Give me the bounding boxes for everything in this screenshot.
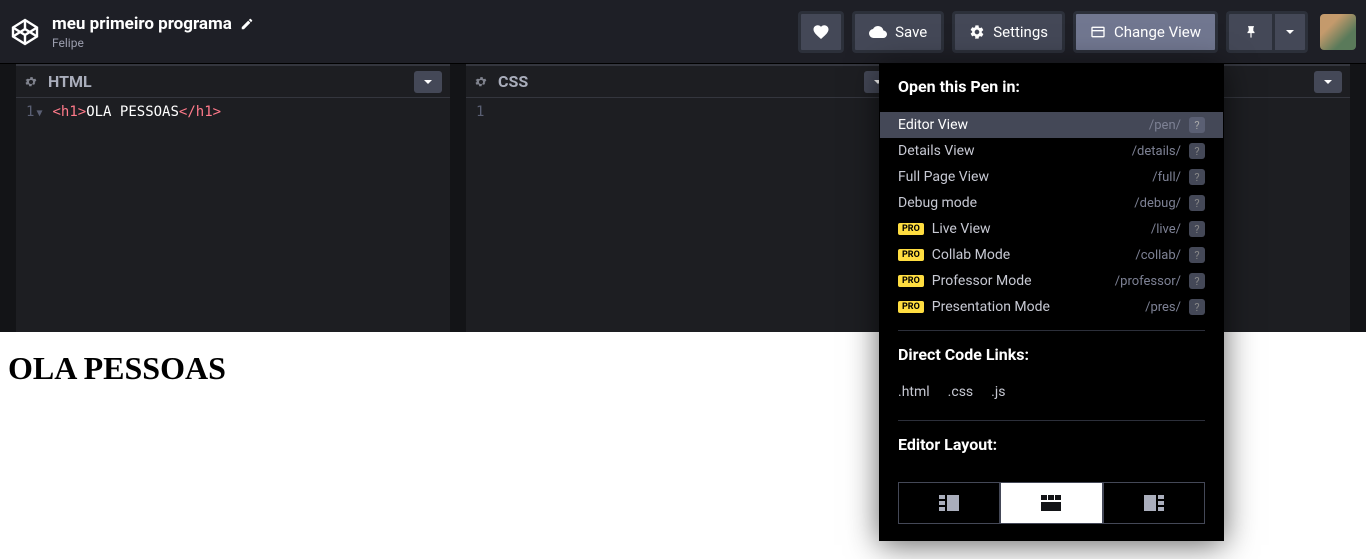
chevron-down-icon: [1323, 77, 1333, 87]
view-option[interactable]: Details View/details/?: [880, 138, 1223, 164]
help-icon[interactable]: ?: [1189, 143, 1205, 159]
help-icon[interactable]: ?: [1189, 273, 1205, 289]
pro-badge: PRO: [898, 301, 924, 313]
help-icon[interactable]: ?: [1189, 117, 1205, 133]
gear-icon[interactable]: [24, 75, 38, 89]
pen-title[interactable]: meu primeiro programa: [52, 14, 798, 34]
view-option-label: Debug mode: [898, 195, 977, 211]
pin-button[interactable]: [1226, 11, 1272, 53]
view-icon: [1090, 24, 1106, 40]
code-link[interactable]: .js: [991, 384, 1005, 400]
view-option-label: Details View: [898, 143, 975, 159]
view-option-path: /debug/: [1134, 196, 1181, 211]
settings-button[interactable]: Settings: [952, 11, 1065, 53]
gear-icon[interactable]: [474, 75, 488, 89]
top-bar: meu primeiro programa Felipe Save Settin…: [0, 0, 1366, 64]
help-icon[interactable]: ?: [1189, 195, 1205, 211]
view-option[interactable]: Editor View/pen/?: [880, 112, 1223, 138]
view-option-path: /full/: [1152, 170, 1181, 185]
pro-badge: PRO: [898, 223, 924, 235]
layout-right-button[interactable]: [1103, 482, 1205, 524]
codepen-logo[interactable]: [10, 17, 40, 47]
css-panel-header: CSS: [466, 64, 900, 98]
view-option-path: /details/: [1132, 144, 1181, 159]
change-view-button[interactable]: Change View: [1073, 11, 1218, 53]
love-button[interactable]: [798, 11, 844, 53]
save-button[interactable]: Save: [852, 11, 944, 53]
help-icon[interactable]: ?: [1189, 169, 1205, 185]
code-link[interactable]: .html: [898, 384, 930, 400]
view-option-label: Full Page View: [898, 169, 989, 185]
layout-options: [880, 482, 1223, 524]
title-area: meu primeiro programa Felipe: [52, 14, 798, 50]
layout-top-icon: [1041, 495, 1061, 511]
view-option[interactable]: PRO Live View/live/?: [880, 216, 1223, 242]
html-title: HTML: [48, 72, 92, 91]
help-icon[interactable]: ?: [1189, 221, 1205, 237]
css-title: CSS: [498, 72, 528, 91]
view-option-path: /collab/: [1135, 248, 1181, 263]
css-code-area[interactable]: 1: [466, 98, 900, 332]
open-pen-heading: Open this Pen in:: [898, 77, 1205, 96]
view-option-path: /live/: [1151, 222, 1181, 237]
line-number: 1: [476, 104, 484, 326]
pro-badge: PRO: [898, 249, 924, 261]
author-name[interactable]: Felipe: [52, 36, 798, 50]
change-view-dropdown: Open this Pen in: Editor View/pen/?Detai…: [879, 64, 1224, 541]
header-buttons: Save Settings Change View: [798, 11, 1356, 53]
divider: [898, 330, 1205, 331]
layout-left-icon: [939, 495, 959, 511]
view-option[interactable]: PRO Collab Mode/collab/?: [880, 242, 1223, 268]
view-option[interactable]: PRO Presentation Mode/pres/?: [880, 294, 1223, 320]
help-icon[interactable]: ?: [1189, 299, 1205, 315]
pin-button-group: [1226, 11, 1308, 53]
direct-links-heading: Direct Code Links:: [898, 345, 1205, 364]
heart-icon: [812, 23, 830, 41]
pin-dropdown-button[interactable]: [1272, 11, 1308, 53]
change-view-label: Change View: [1114, 23, 1201, 41]
layout-right-icon: [1144, 495, 1164, 511]
css-panel: CSS 1: [466, 64, 900, 332]
html-code-area[interactable]: 1▼ <h1>OLA PESSOAS</h1>: [16, 98, 450, 332]
view-option-label: Live View: [932, 221, 991, 237]
layout-top-button[interactable]: [1000, 482, 1102, 524]
help-icon[interactable]: ?: [1189, 247, 1205, 263]
chevron-down-icon: [1285, 27, 1295, 37]
view-option-path: /pres/: [1145, 300, 1181, 315]
view-option-label: Editor View: [898, 117, 968, 133]
save-label: Save: [895, 23, 927, 41]
layout-left-button[interactable]: [898, 482, 1000, 524]
code-links-row: .html .css .js: [880, 380, 1223, 410]
view-option[interactable]: Debug mode/debug/?: [880, 190, 1223, 216]
js-collapse-button[interactable]: [1314, 71, 1342, 93]
view-option-label: Professor Mode: [932, 273, 1032, 289]
view-option-path: /pen/: [1149, 118, 1181, 133]
settings-label: Settings: [993, 23, 1048, 41]
view-option[interactable]: PRO Professor Mode/professor/?: [880, 268, 1223, 294]
edit-icon[interactable]: [240, 17, 254, 31]
html-collapse-button[interactable]: [414, 71, 442, 93]
code-link[interactable]: .css: [948, 384, 973, 400]
chevron-down-icon: [423, 77, 433, 87]
divider: [898, 420, 1205, 421]
view-option-label: Presentation Mode: [932, 299, 1050, 315]
view-option-label: Collab Mode: [932, 247, 1010, 263]
html-panel-header: HTML: [16, 64, 450, 98]
gear-icon: [969, 24, 985, 40]
view-option[interactable]: Full Page View/full/?: [880, 164, 1223, 190]
cloud-icon: [869, 23, 887, 41]
html-code: <h1>OLA PESSOAS</h1>: [52, 104, 221, 326]
pro-badge: PRO: [898, 275, 924, 287]
line-number: 1▼: [26, 104, 42, 326]
avatar[interactable]: [1320, 14, 1356, 50]
layout-heading: Editor Layout:: [898, 435, 1205, 454]
view-option-path: /professor/: [1115, 274, 1181, 289]
pin-icon: [1244, 25, 1258, 39]
html-panel: HTML 1▼ <h1>OLA PESSOAS</h1>: [16, 64, 450, 332]
pen-title-text: meu primeiro programa: [52, 14, 232, 34]
